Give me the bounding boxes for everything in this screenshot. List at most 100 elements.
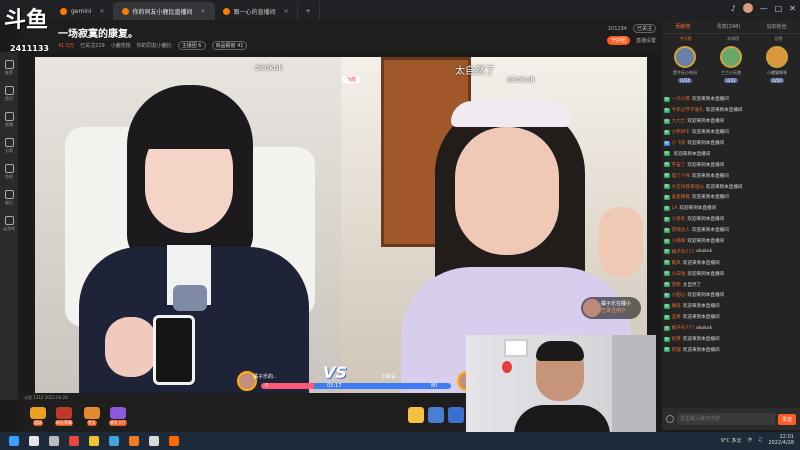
chrome-icon[interactable]: [69, 436, 79, 446]
chat-username[interactable]: 大力士: [672, 118, 686, 124]
chat-text: okokok: [696, 325, 713, 331]
minimize-icon[interactable]: —: [760, 4, 768, 13]
center-tag[interactable]: 飞鸽: [342, 76, 361, 83]
tab-vip[interactable]: 贵宾(248): [717, 23, 740, 30]
chat-username[interactable]: 橘子乐777: [672, 325, 695, 331]
close-icon[interactable]: ✕: [99, 8, 104, 15]
gift-button[interactable]: 粉丝荣耀: [52, 407, 76, 429]
close-icon[interactable]: ✕: [284, 8, 289, 15]
user-avatar[interactable]: [742, 3, 753, 13]
browser-tab-3[interactable]: 跟一心的直播间 ✕: [215, 2, 298, 20]
chat-message: 粉鲨鱼辣椒 欢迎来到本直播间: [664, 192, 798, 203]
chat-username[interactable]: 小白兔: [672, 271, 686, 277]
nav-item[interactable]: 娱乐: [4, 190, 14, 206]
browser-tab-1[interactable]: gemini ✕: [52, 2, 114, 20]
tab-week[interactable]: 本周榜: [727, 36, 739, 42]
close-icon[interactable]: ✕: [201, 8, 206, 15]
nav-item[interactable]: 分类: [4, 138, 14, 154]
emoji-icon[interactable]: [666, 415, 674, 423]
folder-icon[interactable]: [89, 436, 99, 446]
douyu-icon[interactable]: [129, 436, 139, 446]
chat-username[interactable]: 小甜心: [672, 292, 686, 298]
store-icon[interactable]: [149, 436, 159, 446]
chat-username[interactable]: 晚风: [672, 260, 681, 266]
close-window-icon[interactable]: ✕: [789, 4, 796, 13]
report-button[interactable]: 已关注: [632, 24, 656, 33]
chat-username[interactable]: 今年过节不收礼: [672, 107, 704, 113]
chat-username[interactable]: 一只小熊: [672, 96, 690, 102]
fan-badge: 粉: [664, 347, 670, 353]
chat-input[interactable]: [677, 413, 775, 425]
send-button[interactable]: 发送: [777, 413, 796, 425]
pk-right-name: 小梨鲨..: [381, 374, 400, 380]
chat-username[interactable]: 小熊饼干: [672, 129, 690, 135]
nav-item[interactable]: 云游戏: [3, 216, 15, 232]
bell-icon[interactable]: ♪: [731, 4, 736, 13]
nav-item[interactable]: 首页: [4, 86, 14, 102]
tab-today[interactable]: 今日榜: [680, 36, 692, 42]
chat-username[interactable]: 宇宙了: [672, 162, 686, 168]
chat-username[interactable]: LA: [672, 206, 678, 211]
tab-diamond[interactable]: 钻石粉丝: [767, 23, 787, 30]
ranker-item[interactable]: 小橘猫咪咪 LV20: [759, 46, 795, 92]
guard-button[interactable]: 守护团: [606, 36, 630, 45]
logo-text: 斗鱼: [4, 7, 49, 33]
float-user-card[interactable]: 橘子乐在睡小 已关注用户: [581, 297, 641, 319]
chat-username[interactable]: 大王叫我来巡山: [672, 184, 704, 190]
new-tab-button[interactable]: +: [298, 2, 320, 20]
nav-item[interactable]: 直播: [4, 112, 14, 128]
tv-icon: [4, 112, 14, 121]
windows-icon[interactable]: [9, 436, 19, 446]
app-icon[interactable]: [109, 436, 119, 446]
network-icon[interactable]: ◔: [748, 437, 752, 443]
douyu-logo[interactable]: 斗鱼 2411133: [0, 0, 52, 53]
tag-pill[interactable]: 主播团 6: [177, 41, 206, 50]
nav-item[interactable]: 鱼吧: [4, 164, 14, 180]
system-tray: 9°C 多云 ◔ ♫ 22:01 2022/4/28: [721, 434, 794, 446]
gift-button[interactable]: 舰队大厅: [106, 407, 130, 429]
chat-text: 太自然了: [682, 282, 702, 288]
chat-username[interactable]: 咖啡: [672, 303, 681, 309]
owner-name[interactable]: 你的同友小鹿比: [137, 42, 172, 49]
gift-icon[interactable]: [428, 407, 444, 423]
nav-item[interactable]: 推荐: [4, 60, 14, 76]
chat-username[interactable]: 奶茶: [672, 336, 681, 342]
gift-button[interactable]: 超级: [26, 407, 50, 429]
volume-icon[interactable]: ♫: [758, 437, 762, 443]
chat-username[interactable]: 蓝莓: [672, 314, 681, 320]
chat-username[interactable]: 喵了个咪: [672, 173, 690, 179]
gift-icon[interactable]: [448, 407, 464, 423]
chat-username[interactable]: 游戏达人: [672, 227, 690, 233]
window-controls: ♪ — □ ✕: [731, 3, 796, 13]
chat-username[interactable]: 小确幸: [672, 238, 686, 244]
maximize-icon[interactable]: □: [775, 4, 783, 13]
ranker-item[interactable]: 兰兰小天使 LV22: [713, 46, 749, 92]
chat-username[interactable]: 小飞侠: [672, 140, 686, 146]
ranker-item[interactable]: 是今天小年份 LV24: [667, 46, 703, 92]
gift-button[interactable]: 鱼丸: [80, 407, 104, 429]
person-hand: [105, 317, 157, 377]
browser-tab-2[interactable]: 你的同友小鹿比直播间 ✕: [113, 2, 215, 20]
settings-link[interactable]: 直播设置: [636, 37, 656, 44]
gift-icon[interactable]: [408, 407, 424, 423]
chat-message: 粉小熊饼干 欢迎来到本直播间: [664, 127, 798, 138]
chat-list[interactable]: 粉一只小熊 欢迎来到本直播间粉今年过节不收礼 欢迎来到本直播间粉大力士 欢迎来到本直播…: [662, 94, 800, 410]
chat-text: 欢迎来到本直播间: [705, 184, 743, 190]
fan-badge: 粉: [664, 325, 670, 331]
clock[interactable]: 22:01 2022/4/28: [768, 434, 794, 446]
chat-text: 欢迎来到本直播间: [682, 304, 720, 310]
fan-badge: 粉: [664, 336, 670, 342]
chat-username[interactable]: 小卷毛: [672, 216, 686, 222]
tab-contribution[interactable]: 贡献榜: [675, 23, 690, 30]
chat-username[interactable]: 阿狸: [672, 347, 681, 353]
fan-badge: 粉: [664, 282, 670, 288]
weather-text[interactable]: 9°C 多云: [721, 437, 742, 444]
app2-icon[interactable]: [169, 436, 179, 446]
tag-pill[interactable]: 商品橱窗 41: [211, 41, 248, 50]
chat-username[interactable]: 雪糕: [672, 282, 681, 288]
taskview-icon[interactable]: [49, 436, 59, 446]
chat-username[interactable]: 橘子乐777: [672, 249, 695, 255]
tab-total[interactable]: 总榜: [774, 36, 782, 42]
chat-username[interactable]: 鲨鱼辣椒: [672, 194, 690, 200]
search-icon[interactable]: [29, 436, 39, 446]
